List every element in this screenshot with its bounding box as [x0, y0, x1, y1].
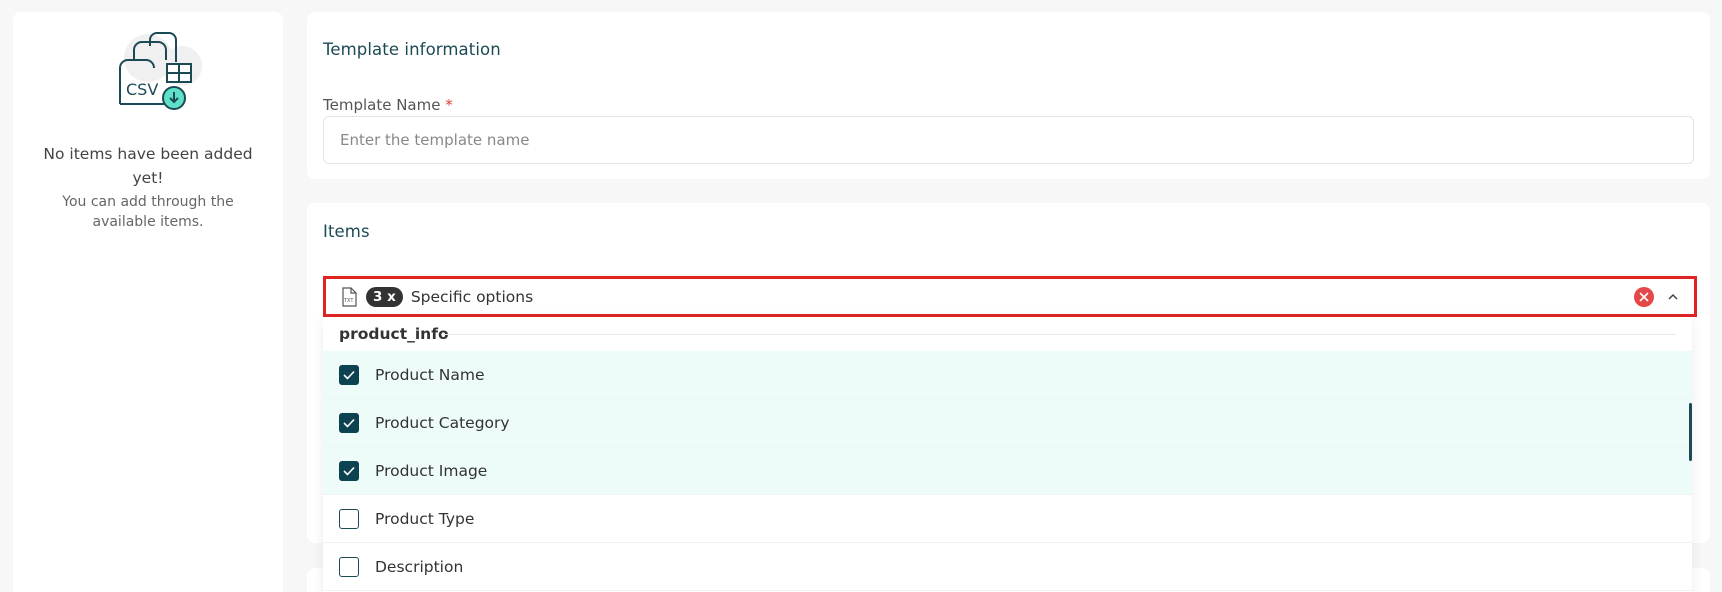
svg-text:CSV: CSV — [126, 80, 158, 99]
option-description[interactable]: Description — [323, 543, 1692, 591]
option-label: Product Image — [375, 461, 488, 480]
option-label: Product Category — [375, 413, 510, 432]
items-dropdown: product_info Product Name Product Catego… — [323, 317, 1692, 592]
items-multiselect[interactable]: TXT 3 x Specific options — [323, 276, 1697, 317]
chevron-up-icon[interactable] — [1666, 290, 1680, 304]
items-title: Items — [323, 222, 370, 241]
clear-selection-button[interactable] — [1634, 286, 1654, 307]
empty-state-title: No items have been added yet! — [43, 145, 253, 187]
csv-file-icon: CSV — [119, 32, 202, 110]
option-label: Description — [375, 557, 464, 576]
template-information-title: Template information — [323, 40, 501, 59]
txt-file-icon: TXT — [342, 286, 357, 307]
option-product-type[interactable]: Product Type — [323, 495, 1692, 543]
option-label: Product Name — [375, 365, 485, 384]
checkbox[interactable] — [339, 556, 359, 577]
checkbox[interactable] — [339, 460, 359, 481]
option-label: Product Type — [375, 509, 475, 528]
checkbox[interactable] — [339, 412, 359, 433]
template-name-input[interactable] — [323, 116, 1694, 164]
template-name-label: Template Name * — [323, 96, 453, 114]
empty-state-subtitle: You can add through the available items. — [62, 194, 234, 230]
close-icon — [1639, 291, 1649, 302]
option-product-name[interactable]: Product Name — [323, 351, 1692, 399]
empty-state-panel: CSV No items have been added yet! You ca… — [13, 12, 283, 592]
dropdown-scrollbar[interactable] — [1689, 403, 1692, 461]
selected-count-badge: 3 x — [366, 286, 403, 307]
svg-text:TXT: TXT — [343, 298, 354, 304]
selector-label: Specific options — [410, 287, 534, 306]
option-product-image[interactable]: Product Image — [323, 447, 1692, 495]
option-group-header: product_info — [323, 317, 1692, 351]
checkmark-icon — [343, 370, 355, 380]
checkmark-icon — [343, 466, 355, 476]
template-information-card: Template information Template Name * — [307, 12, 1710, 179]
checkbox[interactable] — [339, 364, 359, 385]
checkmark-icon — [343, 418, 355, 428]
checkbox[interactable] — [339, 508, 359, 529]
option-product-category[interactable]: Product Category — [323, 399, 1692, 447]
required-mark: * — [445, 96, 453, 114]
